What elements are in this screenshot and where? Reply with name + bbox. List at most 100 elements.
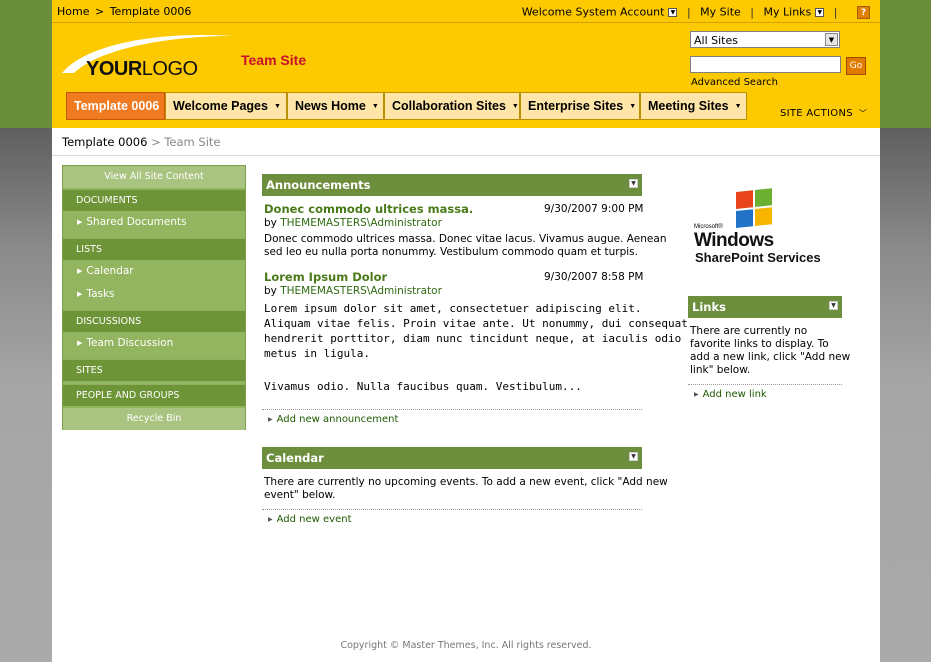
search-scope-value: All Sites bbox=[694, 34, 738, 47]
announcement-title[interactable]: Lorem Ipsum Dolor bbox=[264, 270, 387, 284]
divider bbox=[262, 409, 642, 411]
help-icon[interactable]: ? bbox=[857, 5, 870, 19]
author-link[interactable]: THEMEMASTERS\Administrator bbox=[280, 285, 442, 297]
site-logo[interactable]: YOURLOGO bbox=[60, 30, 240, 80]
dropdown-arrow-icon: ▼ bbox=[734, 103, 742, 110]
arrow-right-icon: ▶ bbox=[77, 218, 83, 226]
nav-tab-welcome-pages[interactable]: Welcome Pages ▼ bbox=[165, 92, 287, 120]
windows-label: Windows bbox=[694, 230, 774, 251]
chevron-down-icon: ﹀ bbox=[858, 109, 868, 118]
announcement-body: Donec commodo ultrices massa. Donec vita… bbox=[264, 233, 667, 258]
announcement-body: Lorem ipsum dolor sit amet, consectetuer… bbox=[264, 302, 688, 393]
quick-launch-item-team-discussion[interactable]: ▶ Team Discussion bbox=[63, 332, 245, 354]
arrow-right-icon: ▶ bbox=[77, 290, 83, 298]
divider: | bbox=[686, 5, 691, 19]
breadcrumb-current: Team Site bbox=[164, 135, 221, 149]
dropdown-arrow-icon: ▼ bbox=[273, 103, 281, 110]
announcement-date: 9/30/2007 9:00 PM bbox=[544, 203, 644, 215]
announcements-header: Announcements ▼ bbox=[262, 174, 642, 196]
breadcrumb-separator: > bbox=[151, 135, 161, 149]
divider: | bbox=[750, 5, 755, 19]
recycle-bin-link[interactable]: Recycle Bin bbox=[63, 408, 245, 430]
arrow-right-icon: ▶ bbox=[268, 416, 273, 423]
breadcrumb: Template 0006 > Team Site bbox=[62, 135, 221, 149]
quick-launch-item-calendar[interactable]: ▶ Calendar bbox=[63, 260, 245, 282]
my-links-menu[interactable]: My Links bbox=[764, 6, 812, 19]
my-site-link[interactable]: My Site bbox=[700, 6, 741, 19]
add-new-event-link[interactable]: ▶ Add new event bbox=[268, 514, 352, 525]
quick-launch-heading-discussions[interactable]: DISCUSSIONS bbox=[63, 310, 245, 332]
nav-tab-label: Template 0006 bbox=[74, 99, 160, 113]
dropdown-arrow-icon: ▼ bbox=[371, 103, 379, 110]
web-part-menu-icon[interactable]: ▼ bbox=[629, 452, 638, 461]
arrow-right-icon: ▶ bbox=[77, 339, 83, 347]
advanced-search-link[interactable]: Advanced Search bbox=[691, 77, 778, 88]
view-all-site-content-link[interactable]: View All Site Content bbox=[63, 166, 245, 188]
calendar-header: Calendar ▼ bbox=[262, 447, 642, 469]
search-input[interactable] bbox=[690, 56, 841, 73]
nav-tab-enterprise-sites[interactable]: Enterprise Sites ▼ bbox=[520, 92, 640, 120]
divider bbox=[688, 384, 842, 386]
quick-launch-item-shared-documents[interactable]: ▶ Shared Documents bbox=[63, 211, 245, 233]
breadcrumb-parent-link[interactable]: Template 0006 bbox=[62, 135, 147, 149]
current-site-link[interactable]: Template 0006 bbox=[110, 5, 192, 18]
links-header: Links ▼ bbox=[688, 296, 842, 318]
quick-launch-heading-sites[interactable]: SITES bbox=[63, 359, 245, 381]
copyright: Copyright © Master Themes, Inc. All righ… bbox=[340, 640, 592, 651]
nav-tab-news-home[interactable]: News Home ▼ bbox=[287, 92, 384, 120]
welcome-menu[interactable]: Welcome System Account bbox=[522, 6, 665, 19]
nav-tab-label: Collaboration Sites bbox=[392, 99, 506, 113]
quick-launch-heading-people-and-groups[interactable]: PEOPLE AND GROUPS bbox=[63, 384, 245, 406]
announcement-title[interactable]: Donec commodo ultrices massa. bbox=[264, 202, 473, 216]
divider bbox=[52, 155, 880, 156]
quick-launch: View All Site Content DOCUMENTS ▶ Shared … bbox=[62, 165, 246, 430]
chevron-down-icon[interactable]: ▼ bbox=[668, 7, 678, 17]
page: Home > Template 0006 Welcome System Acco… bbox=[52, 0, 880, 662]
nav-tab-label: Welcome Pages bbox=[173, 99, 268, 113]
arrow-right-icon: ▶ bbox=[268, 516, 273, 523]
divider: | bbox=[833, 5, 838, 19]
nav-tab-label: News Home bbox=[295, 99, 366, 113]
windows-sharepoint-logo: Microsoft® Windows SharePoint Services bbox=[692, 186, 842, 266]
links-empty-message: There are currently no favorite links to… bbox=[690, 325, 851, 376]
add-new-announcement-link[interactable]: ▶ Add new announcement bbox=[268, 414, 398, 425]
calendar-empty-message: There are currently no upcoming events. … bbox=[264, 476, 668, 501]
nav-tab-collaboration-sites[interactable]: Collaboration Sites ▼ bbox=[384, 92, 520, 120]
web-part-menu-icon[interactable]: ▼ bbox=[629, 179, 638, 188]
chevron-down-icon[interactable]: ▼ bbox=[815, 7, 825, 17]
divider bbox=[262, 509, 642, 511]
links-title[interactable]: Links bbox=[692, 300, 726, 314]
header: Home > Template 0006 Welcome System Acco… bbox=[52, 0, 880, 128]
nav-tab-home[interactable]: Template 0006 bbox=[66, 92, 165, 120]
breadcrumb-separator: > bbox=[94, 5, 105, 18]
announcement-author: by THEMEMASTERS\Administrator bbox=[264, 217, 442, 229]
user-links: Welcome System Account ▼ | My Site | My L… bbox=[522, 5, 870, 19]
chevron-down-icon[interactable]: ▼ bbox=[825, 33, 838, 46]
announcement-author: by THEMEMASTERS\Administrator bbox=[264, 285, 442, 297]
home-link[interactable]: Home bbox=[57, 5, 89, 18]
nav-tab-label: Meeting Sites bbox=[648, 99, 729, 113]
arrow-right-icon: ▶ bbox=[694, 391, 699, 398]
dropdown-arrow-icon: ▼ bbox=[629, 103, 637, 110]
quick-launch-heading-lists[interactable]: LISTS bbox=[63, 238, 245, 260]
quick-launch-item-tasks[interactable]: ▶ Tasks bbox=[63, 283, 245, 305]
search-scope-select[interactable]: All Sites ▼ bbox=[690, 31, 840, 48]
top-bar: Home > Template 0006 Welcome System Acco… bbox=[52, 0, 880, 23]
announcement-date: 9/30/2007 8:58 PM bbox=[544, 271, 644, 283]
nav-tab-label: Enterprise Sites bbox=[528, 99, 624, 113]
site-title[interactable]: Team Site bbox=[241, 52, 306, 68]
nav-tab-meeting-sites[interactable]: Meeting Sites ▼ bbox=[640, 92, 747, 120]
announcements-title[interactable]: Announcements bbox=[266, 178, 370, 192]
add-new-link-link[interactable]: ▶ Add new link bbox=[694, 389, 767, 400]
sharepoint-label: SharePoint Services bbox=[695, 250, 821, 265]
web-part-menu-icon[interactable]: ▼ bbox=[829, 301, 838, 310]
site-actions-menu[interactable]: SITE ACTIONS ﹀ bbox=[780, 108, 867, 119]
dropdown-arrow-icon: ▼ bbox=[511, 103, 519, 110]
search-go-button[interactable]: Go bbox=[846, 57, 866, 75]
author-link[interactable]: THEMEMASTERS\Administrator bbox=[280, 217, 442, 229]
calendar-title[interactable]: Calendar bbox=[266, 451, 324, 465]
global-breadcrumb: Home > Template 0006 bbox=[57, 5, 191, 18]
logo-text: YOURLOGO bbox=[86, 58, 198, 80]
quick-launch-heading-documents[interactable]: DOCUMENTS bbox=[63, 189, 245, 211]
arrow-right-icon: ▶ bbox=[77, 267, 83, 275]
